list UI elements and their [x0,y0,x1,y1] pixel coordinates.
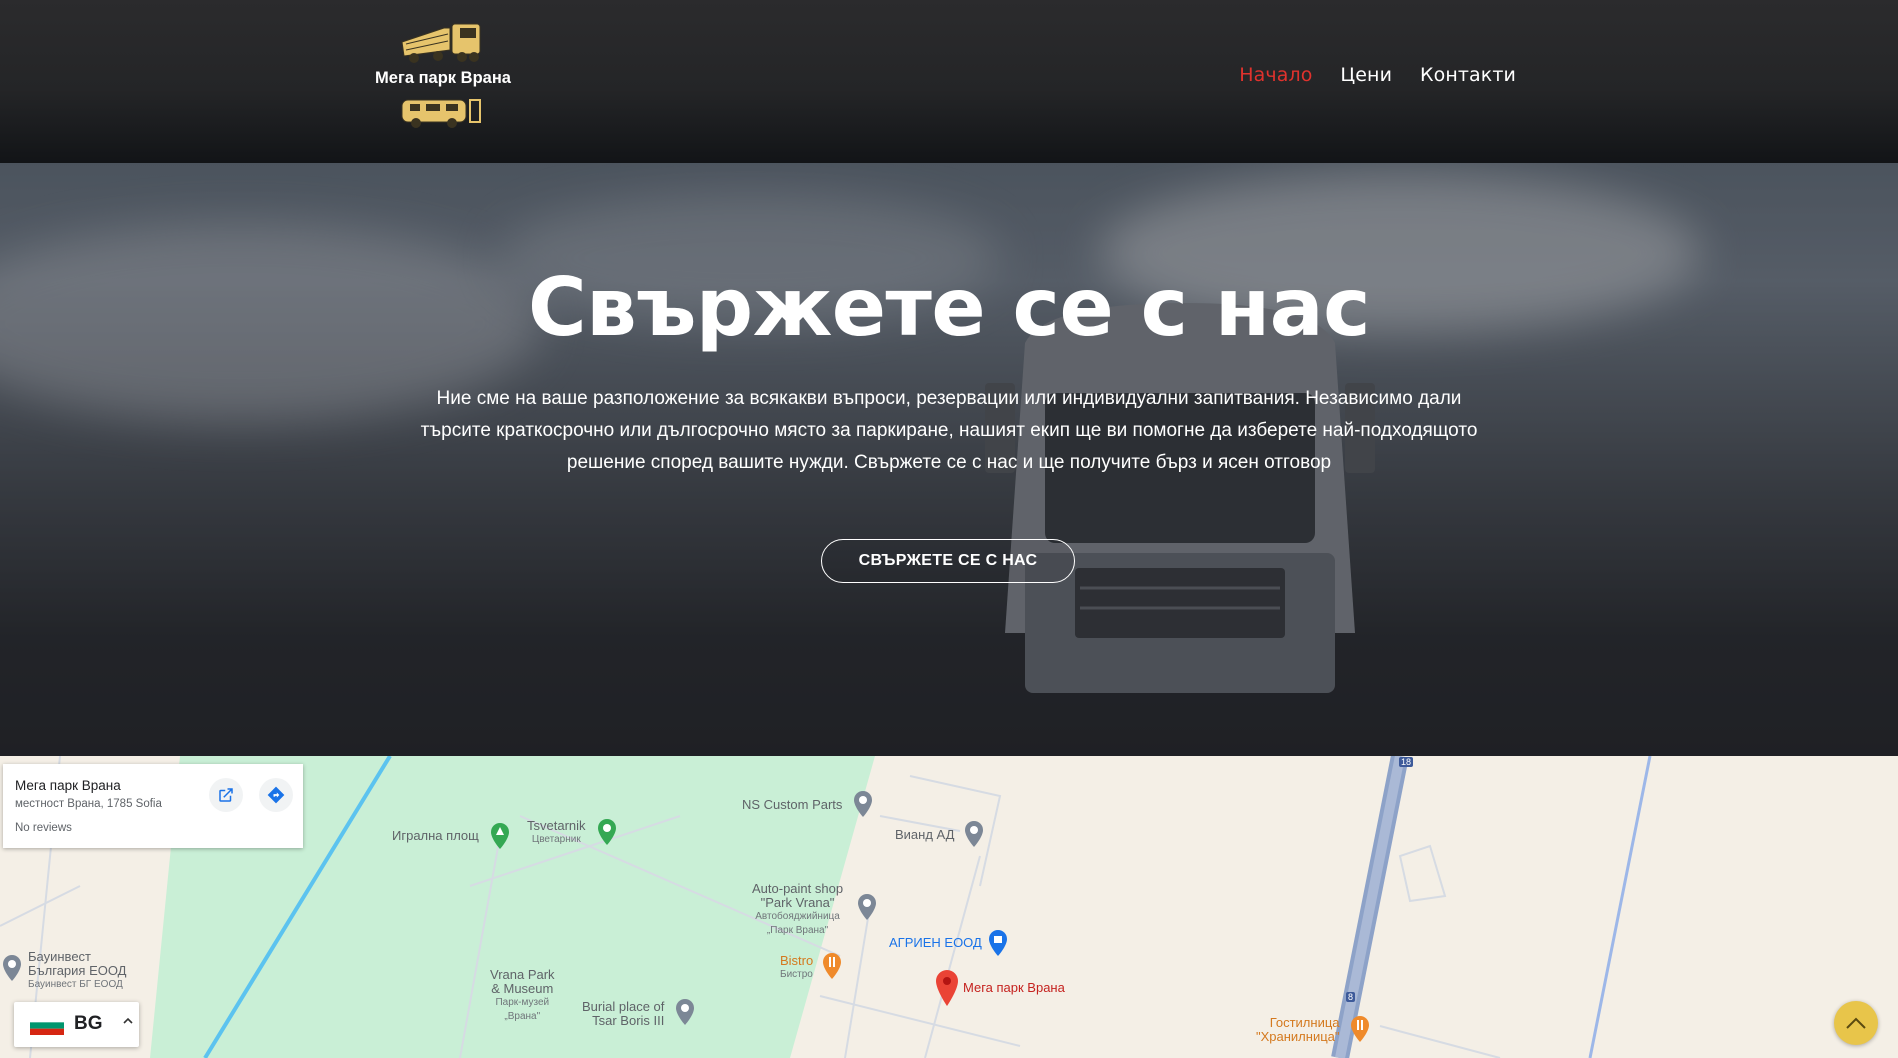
bistro-name: Bistro [780,953,814,968]
restaurant-pin-icon[interactable] [1350,1016,1370,1042]
place-reviews[interactable]: No reviews [15,822,72,834]
bauinvest-sub: Бауинвест БГ ЕООД [28,979,123,990]
hotel-line2: "Хранилница" [1256,1029,1340,1044]
autopaint-line1: Auto-paint shop [752,881,844,896]
hotel-line1: Гостилница [1269,1015,1340,1030]
open-in-maps-icon[interactable] [209,778,243,812]
map-pin-icon[interactable] [853,791,873,817]
map-pin-icon[interactable] [675,999,695,1025]
google-map[interactable]: Мега парк Врана местност Врана, 1785 Sof… [0,756,1898,1058]
vrana-sub1: Парк-музей [495,997,550,1008]
hero-title: Свържете се с нас [527,261,1371,354]
flower-pin-icon[interactable] [597,819,617,845]
map-label-bauinvest[interactable]: Бауинвест България ЕООД Бауинвест БГ ЕОО… [28,950,126,992]
road-shield-18: 18 [1399,757,1414,767]
language-switcher[interactable]: BG [14,1002,139,1047]
hero-section: Свържете се с нас Ние сме на ваше разпол… [0,163,1898,756]
bulgaria-flag-icon [30,1016,64,1035]
directions-icon[interactable] [259,778,293,812]
map-pin-icon[interactable] [964,821,984,847]
vrana-sub2: „Врана" [504,1011,541,1022]
nav-prices-link[interactable]: Цени [1340,64,1392,86]
map-label-megapark[interactable]: Мега парк Врана [963,981,1065,995]
autopaint-sub2: „Парк Врана" [766,925,829,936]
map-pin-icon[interactable] [857,894,877,920]
contact-us-button[interactable]: СВЪРЖЕТЕ СЕ С НАС [821,539,1075,583]
vrana-line2: & Museum [491,981,554,996]
burial-line1: Burial place of [582,999,665,1014]
site-logo[interactable]: Мега парк Врана [360,16,526,136]
tree-pin-icon[interactable] [490,823,510,849]
autopaint-sub1: Автобояджийница [755,911,840,922]
bauinvest-line2: България ЕООД [28,963,127,978]
map-label-burial[interactable]: Burial place of Tsar Boris III [582,1000,664,1028]
camper-logo-icon [401,99,481,128]
vrana-line1: Vrana Park [490,967,555,982]
place-info-card: Мега парк Врана местност Врана, 1785 Sof… [3,764,303,848]
tsvetarnik-sub: Цветарник [531,834,581,845]
hero-description: Ние сме на ваше разположение за всякакви… [420,388,1478,473]
truck-logo-icon [401,23,481,63]
map-label-playground[interactable]: Игрална площ [392,829,479,843]
nav-contacts-link[interactable]: Контакти [1420,64,1516,86]
map-label-agrien[interactable]: АГРИЕН ЕООД [889,936,982,950]
map-label-viand[interactable]: Виaнд АД [895,828,954,842]
tsvetarnik-name: Tsvetarnik [527,818,586,833]
chevron-up-icon [1846,1017,1866,1029]
map-label-vrana-park[interactable]: Vrana Park & Museum Парк-музей „Врана" [490,968,555,1024]
nav-home-link[interactable]: Начало [1239,64,1312,86]
main-nav: Начало Цени Контакти [1239,64,1516,86]
restaurant-pin-icon[interactable] [822,953,842,979]
place-name[interactable]: Мега парк Врана [15,778,121,793]
map-label-ns-custom[interactable]: NS Custom Parts [742,798,842,812]
site-header: Мега парк Врана Начало Цени Контакти [0,0,1898,163]
bauinvest-line1: Бауинвест [28,949,92,964]
bistro-sub: Бистро [780,969,813,980]
autopaint-line2: "Park Vrana" [760,895,835,910]
chevron-up-icon [123,1017,133,1024]
scroll-to-top-button[interactable] [1834,1001,1878,1045]
logo-text: Мега парк Врана [375,69,511,87]
map-label-tsvetarnik[interactable]: Tsvetarnik Цветарник [527,819,586,847]
road-shield-8: 8 [1346,992,1356,1002]
place-address: местност Врана, 1785 Sofia [15,798,162,810]
map-label-hotel[interactable]: Гостилница "Хранилница" [1256,1016,1340,1044]
map-label-autopaint[interactable]: Auto-paint shop "Park Vrana" Автобояджий… [752,882,843,938]
map-label-bistro[interactable]: Bistro Бистро [780,954,813,982]
burial-line2: Tsar Boris III [592,1013,665,1028]
red-location-pin-icon[interactable] [935,970,959,1006]
shopping-pin-icon[interactable] [988,930,1008,956]
language-code: BG [74,1013,103,1034]
map-pin-icon[interactable] [2,955,22,981]
